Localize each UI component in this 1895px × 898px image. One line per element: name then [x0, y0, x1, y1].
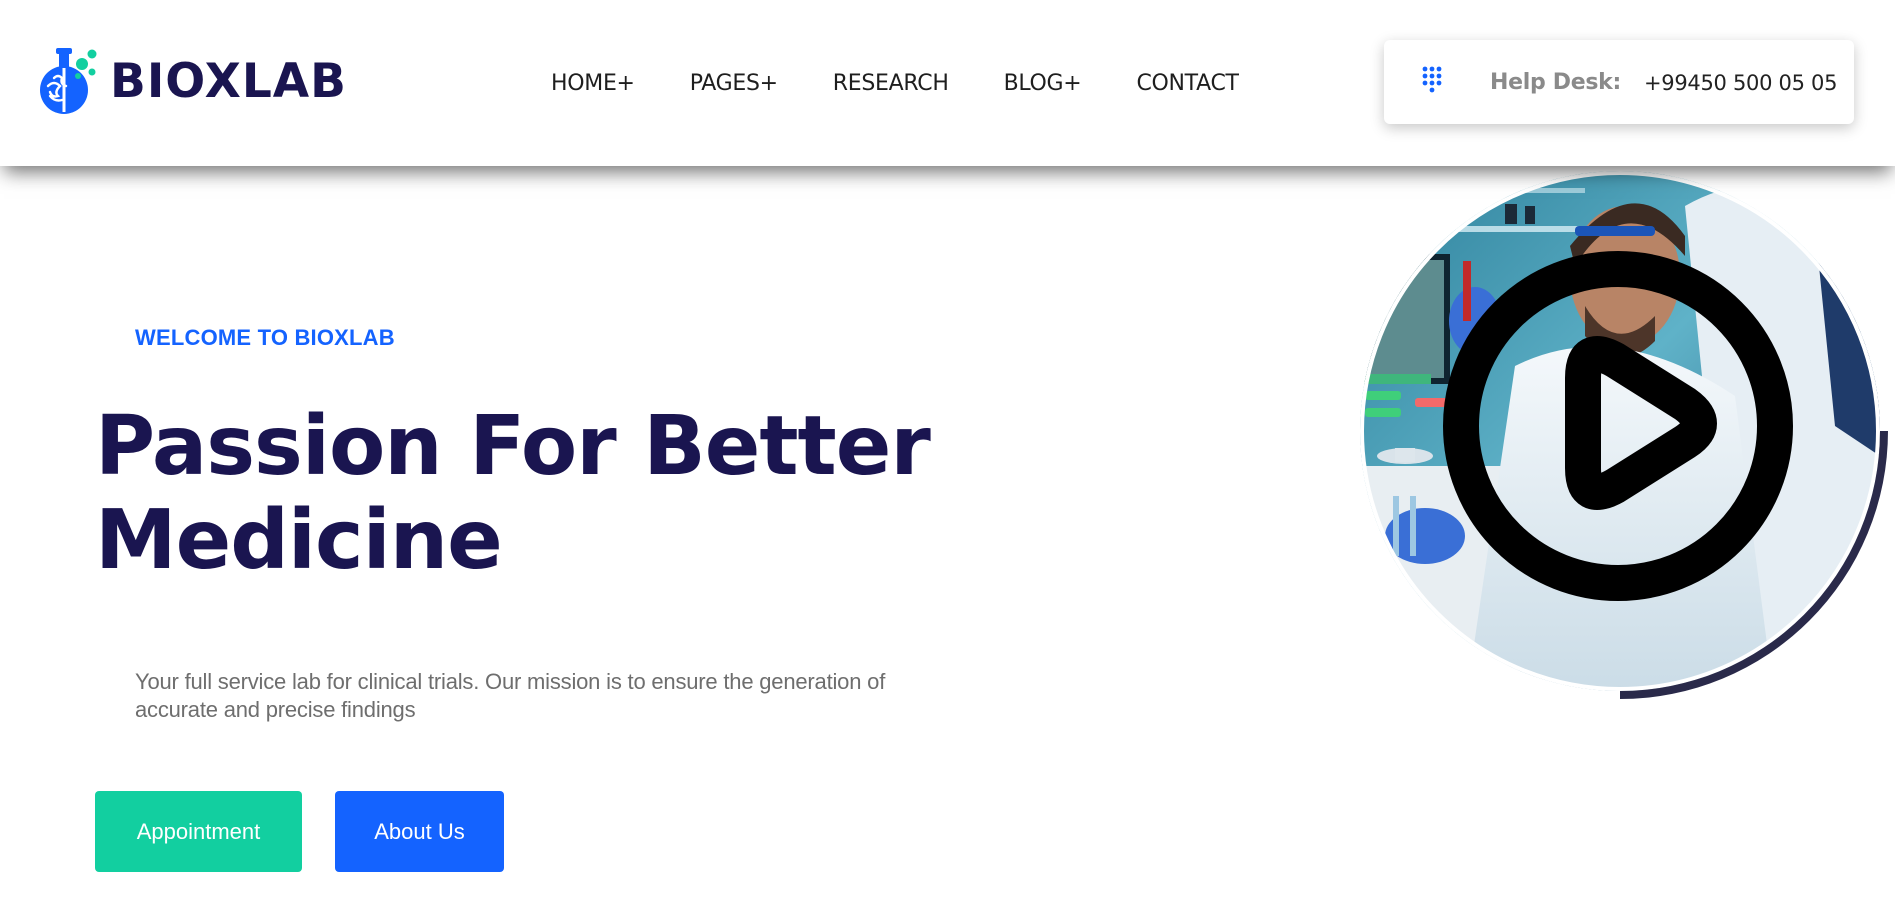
helpdesk-box: Help Desk: +99450 500 05 05: [1384, 40, 1854, 124]
hero-description: Your full service lab for clinical trial…: [135, 669, 886, 722]
dialpad-icon: [1422, 66, 1442, 93]
logo[interactable]: BIOXLAB: [38, 46, 347, 116]
flask-brain-logo-icon: [40, 48, 97, 114]
logo-text: BIOXLAB: [110, 53, 347, 109]
site-header: BIOXLAB HOME+ PAGES+ RESEARCH BLOG+ CONT…: [0, 0, 1895, 166]
hero-eyebrow: WELCOME TO BIOXLAB: [135, 325, 395, 350]
main-nav: HOME+ PAGES+ RESEARCH BLOG+ CONTACT: [551, 70, 1294, 98]
about-us-button[interactable]: About Us: [335, 791, 504, 872]
hero-title-line1: Passion For Better: [95, 399, 931, 494]
lab-scene-image: [1360, 171, 1888, 699]
video-thumbnail[interactable]: [1355, 166, 1895, 706]
nav-blog[interactable]: BLOG+: [1004, 70, 1082, 98]
hero-title: Passion For Better Medicine: [95, 400, 995, 588]
nav-contact[interactable]: CONTACT: [1136, 70, 1239, 98]
nav-pages[interactable]: PAGES+: [690, 70, 778, 98]
hero-title-line2: Medicine: [95, 493, 503, 588]
helpdesk-phone-link[interactable]: +99450 500 05 05: [1644, 71, 1837, 95]
helpdesk-label: Help Desk:: [1490, 70, 1621, 95]
nav-home[interactable]: HOME+: [551, 70, 635, 98]
nav-research[interactable]: RESEARCH: [833, 70, 949, 98]
appointment-button[interactable]: Appointment: [95, 791, 302, 872]
